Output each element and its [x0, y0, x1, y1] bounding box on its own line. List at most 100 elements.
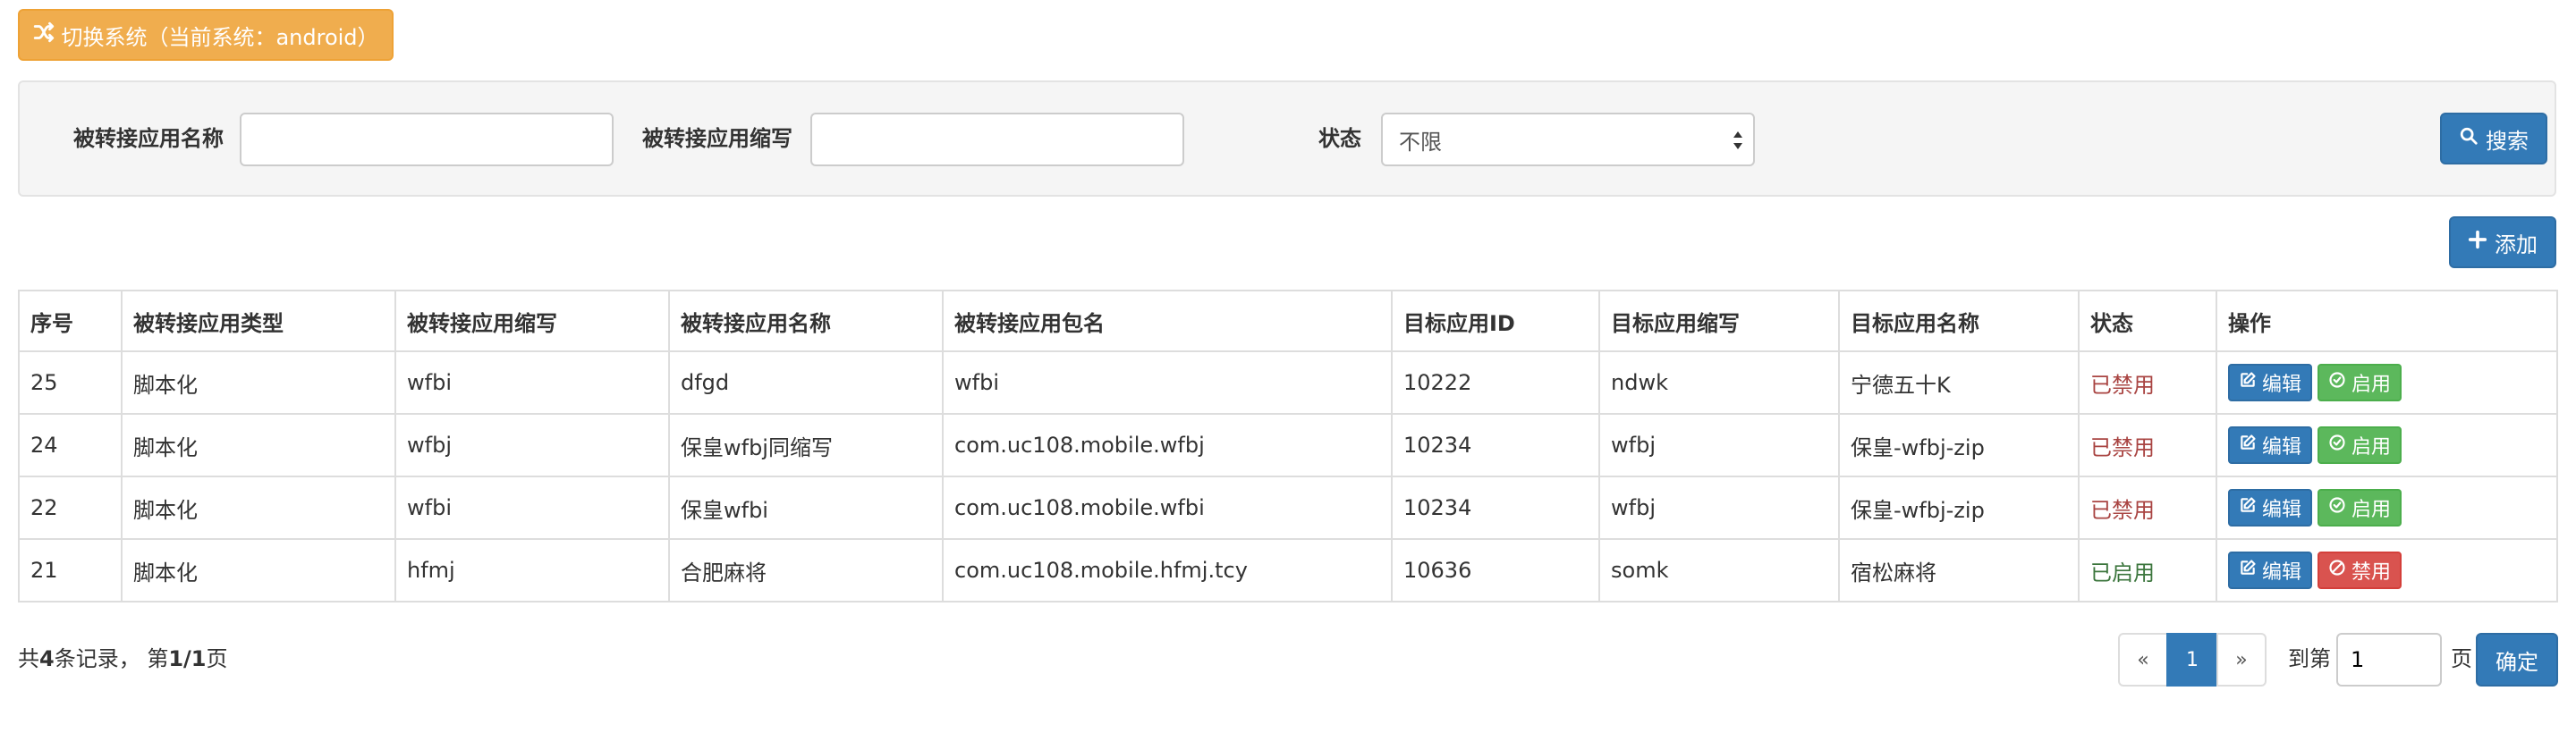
- edit-button[interactable]: 编辑: [2228, 364, 2313, 401]
- prev-page-button[interactable]: «: [2118, 633, 2168, 687]
- app-name-input[interactable]: [240, 113, 614, 166]
- next-page-button[interactable]: »: [2216, 633, 2267, 687]
- cell-target-id: 10234: [1391, 476, 1600, 540]
- app-abbr-label: 被转接应用缩写: [642, 126, 792, 151]
- enable-button-label: 启用: [2351, 499, 2392, 521]
- cell-id: 25: [18, 350, 123, 415]
- ban-icon: [2328, 559, 2346, 582]
- app-name-label: 被转接应用名称: [73, 126, 224, 151]
- edit-button[interactable]: 编辑: [2228, 552, 2313, 589]
- cell-name: dfgd: [668, 350, 944, 415]
- page-suffix: 页: [206, 646, 228, 671]
- column-header: 序号: [18, 290, 123, 352]
- cell-package: com.uc108.mobile.wfbi: [942, 476, 1393, 540]
- total-prefix: 共: [18, 646, 39, 671]
- cell-package: com.uc108.mobile.hfmj.tcy: [942, 538, 1393, 602]
- enable-button-label: 启用: [2351, 374, 2392, 396]
- data-table: 序号 被转接应用类型 被转接应用缩写 被转接应用名称 被转接应用包名 目标应用I…: [18, 290, 2558, 602]
- table-header-row: 序号 被转接应用类型 被转接应用缩写 被转接应用名称 被转接应用包名 目标应用I…: [18, 290, 2558, 352]
- cell-name: 合肥麻将: [668, 538, 944, 602]
- switch-system-button[interactable]: 切换系统（当前系统：android）: [18, 9, 394, 61]
- cell-actions: 编辑 启用: [2216, 476, 2558, 540]
- edit-button-label: 编辑: [2262, 374, 2302, 396]
- cell-name: 保皇wfbj同缩写: [668, 413, 944, 477]
- search-icon: [2459, 126, 2479, 151]
- enable-button[interactable]: 启用: [2318, 489, 2402, 527]
- total-count: 4: [39, 646, 55, 671]
- search-button-label: 搜索: [2486, 128, 2529, 154]
- cell-status: 已禁用: [2078, 350, 2217, 415]
- cell-type: 脚本化: [121, 413, 396, 477]
- status-label: 状态: [1318, 126, 1361, 151]
- edit-icon: [2239, 434, 2257, 457]
- cell-status: 已禁用: [2078, 413, 2217, 477]
- edit-button-label: 编辑: [2262, 436, 2302, 459]
- confirm-label: 确定: [2496, 649, 2538, 675]
- app-abbr-input[interactable]: [810, 113, 1184, 166]
- enable-button[interactable]: 启用: [2318, 426, 2402, 464]
- cell-target-id: 10636: [1391, 538, 1600, 602]
- check-circle-icon: [2328, 434, 2346, 457]
- cell-target-id: 10234: [1391, 413, 1600, 477]
- edit-button[interactable]: 编辑: [2228, 489, 2313, 527]
- cell-abbr: wfbj: [394, 413, 670, 477]
- record-summary: 共4条记录， 第1/1页: [18, 645, 228, 672]
- column-header: 被转接应用包名: [942, 290, 1393, 352]
- cell-target-id: 10222: [1391, 350, 1600, 415]
- column-header: 目标应用名称: [1838, 290, 2080, 352]
- cell-status: 已启用: [2078, 538, 2217, 602]
- enable-button[interactable]: 启用: [2318, 364, 2402, 401]
- search-button[interactable]: 搜索: [2440, 113, 2547, 164]
- column-header: 目标应用缩写: [1598, 290, 1840, 352]
- status-select[interactable]: 不限: [1381, 113, 1755, 166]
- column-header: 被转接应用类型: [121, 290, 396, 352]
- cell-target-abbr: wfbj: [1598, 476, 1840, 540]
- column-header: 操作: [2216, 290, 2558, 352]
- confirm-page-button[interactable]: 确定: [2476, 633, 2558, 687]
- cell-status: 已禁用: [2078, 476, 2217, 540]
- total-suffix: 条记录， 第: [54, 646, 169, 671]
- edit-icon: [2239, 496, 2257, 519]
- search-panel: 被转接应用名称 被转接应用缩写 状态 不限 搜索: [18, 80, 2556, 197]
- edit-button-label: 编辑: [2262, 499, 2302, 521]
- cell-package: com.uc108.mobile.wfbj: [942, 413, 1393, 477]
- cell-name: 保皇wfbi: [668, 476, 944, 540]
- cell-actions: 编辑 启用: [2216, 350, 2558, 415]
- edit-button[interactable]: 编辑: [2228, 426, 2313, 464]
- cell-abbr: wfbi: [394, 350, 670, 415]
- table-row: 21 脚本化 hfmj 合肥麻将 com.uc108.mobile.hfmj.t…: [18, 538, 2558, 602]
- cell-id: 22: [18, 476, 123, 540]
- random-icon: [32, 21, 55, 49]
- goto-page-input[interactable]: [2336, 633, 2442, 687]
- switch-system-label: 切换系统（当前系统：android）: [61, 24, 379, 50]
- cell-package: wfbi: [942, 350, 1393, 415]
- cell-target-name: 宿松麻将: [1838, 538, 2080, 602]
- column-header: 被转接应用名称: [668, 290, 944, 352]
- cell-id: 21: [18, 538, 123, 602]
- table-row: 24 脚本化 wfbj 保皇wfbj同缩写 com.uc108.mobile.w…: [18, 413, 2558, 477]
- add-button[interactable]: 添加: [2449, 216, 2556, 268]
- add-button-label: 添加: [2495, 232, 2538, 257]
- enable-button-label: 启用: [2351, 436, 2392, 459]
- column-header: 被转接应用缩写: [394, 290, 670, 352]
- table-row: 25 脚本化 wfbi dfgd wfbi 10222 ndwk 宁德五十K 已…: [18, 350, 2558, 415]
- cell-target-abbr: wfbj: [1598, 413, 1840, 477]
- cell-abbr: wfbi: [394, 476, 670, 540]
- page-fraction: 1/1: [168, 646, 207, 671]
- page-1-button[interactable]: 1: [2166, 633, 2218, 687]
- cell-target-name: 宁德五十K: [1838, 350, 2080, 415]
- cell-id: 24: [18, 413, 123, 477]
- status-select-value: 不限: [1399, 129, 1442, 155]
- cell-target-abbr: somk: [1598, 538, 1840, 602]
- edit-icon: [2239, 371, 2257, 394]
- column-header: 状态: [2078, 290, 2217, 352]
- cell-target-name: 保皇-wfbj-zip: [1838, 413, 2080, 477]
- cell-type: 脚本化: [121, 476, 396, 540]
- edit-icon: [2239, 559, 2257, 582]
- plus-icon: [2468, 230, 2487, 255]
- table-row: 22 脚本化 wfbi 保皇wfbi com.uc108.mobile.wfbi…: [18, 476, 2558, 540]
- check-circle-icon: [2328, 371, 2346, 394]
- disable-button[interactable]: 禁用: [2318, 552, 2402, 589]
- select-arrows-icon: [1733, 131, 1742, 149]
- cell-actions: 编辑 禁用: [2216, 538, 2558, 602]
